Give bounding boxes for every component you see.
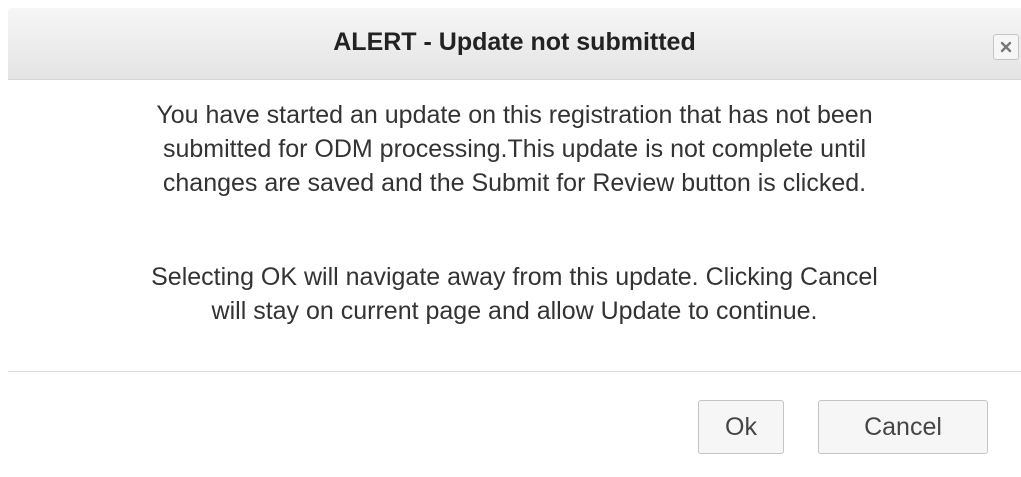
message-line: You have started an update on this regis… <box>156 101 873 129</box>
message-paragraph-2: Selecting OK will navigate away from thi… <box>28 260 1001 328</box>
close-button[interactable] <box>993 34 1019 60</box>
dialog-titlebar: ALERT - Update not submitted <box>8 8 1021 80</box>
cancel-button[interactable]: Cancel <box>818 400 988 454</box>
message-line: changes are saved and the Submit for Rev… <box>162 169 867 197</box>
alert-dialog: ALERT - Update not submitted You have st… <box>0 0 1021 477</box>
dialog-title: ALERT - Update not submitted <box>333 28 696 56</box>
message-line: Selecting OK will navigate away from thi… <box>151 263 878 291</box>
message-line: submitted for ODM processing.This update… <box>162 135 867 163</box>
ok-button[interactable]: Ok <box>698 400 784 454</box>
message-line: will stay on current page and allow Upda… <box>211 297 818 325</box>
dialog-body: You have started an update on this regis… <box>8 80 1021 370</box>
message-paragraph-1: You have started an update on this regis… <box>28 98 1001 200</box>
close-icon <box>1000 41 1012 53</box>
dialog-footer: Ok Cancel <box>8 372 1021 477</box>
